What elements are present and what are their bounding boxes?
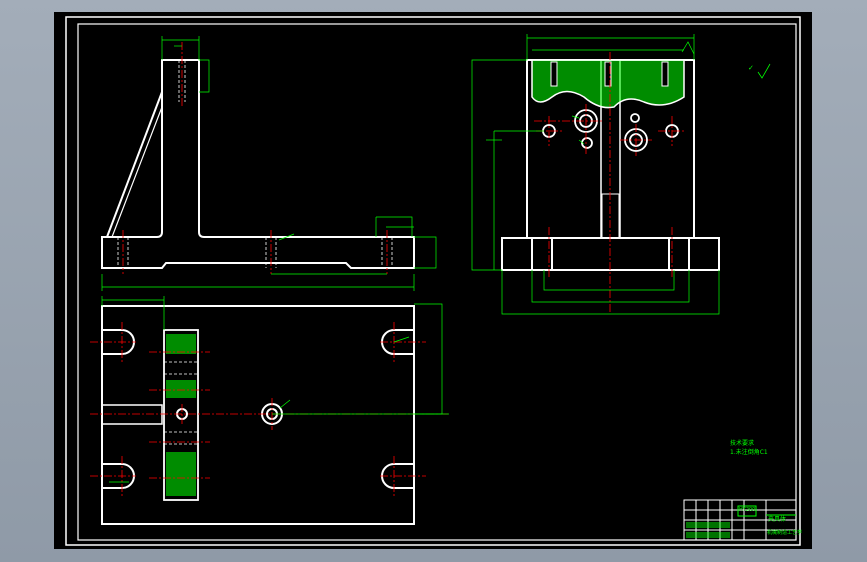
title-block-box-label: HT200 — [739, 507, 756, 513]
roughness-symbol: ✓ — [748, 64, 754, 72]
cad-drawing — [65, 16, 801, 546]
title-block-part-name: 夹具体 — [768, 516, 787, 523]
cad-viewport[interactable]: ✓ 技术要求 1.未注倒角C1 HT200 夹具体 机械制造工艺学 — [54, 12, 812, 549]
front-view — [101, 59, 415, 269]
note-line-1: 技术要求 — [730, 440, 755, 447]
note-line-2: 1.未注倒角C1 — [730, 449, 768, 456]
side-view-center-block — [601, 193, 620, 239]
front-view-outline — [101, 59, 415, 269]
top-view — [101, 305, 415, 525]
top-view-dimensions — [101, 296, 449, 483]
roughness-mark — [757, 63, 771, 79]
rib-outer-line — [106, 91, 163, 238]
front-view-dimensions — [101, 36, 437, 291]
top-view-outline — [101, 305, 415, 525]
top-view-notch — [102, 404, 163, 425]
side-view-section-hatch — [531, 59, 685, 109]
title-block-drawing-no: 机械制造工艺学 — [767, 530, 803, 536]
rib-inner-line — [111, 106, 163, 238]
top-view-section-hatch — [166, 334, 196, 496]
top-view-hidden-lines — [164, 361, 198, 445]
side-view-holes — [542, 109, 679, 152]
